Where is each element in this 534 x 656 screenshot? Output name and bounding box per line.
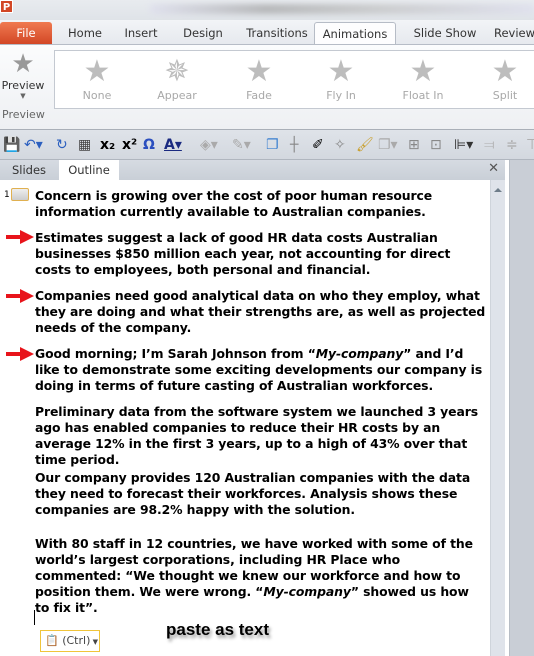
ribbon-tabs: File Home Insert Design Transitions Anim… — [0, 20, 534, 44]
preview-label: Preview — [1, 79, 45, 92]
pane-tabs: Slides Outline ✕ — [0, 160, 505, 180]
group-icon[interactable]: ⊞ — [408, 137, 420, 153]
effect-none[interactable]: ★ None — [57, 54, 137, 103]
subscript-icon[interactable]: x₂ — [100, 137, 115, 153]
outline-paragraph[interactable]: Good morning; I’m Sarah Johnson from “My… — [35, 346, 487, 394]
wand-icon[interactable]: ✧ — [334, 137, 346, 153]
outline-paragraph[interactable]: Preliminary data from the software syste… — [35, 404, 487, 468]
tab-insert[interactable]: Insert — [116, 22, 166, 44]
effect-split[interactable]: ★ Split — [465, 54, 534, 103]
crop-icon[interactable]: ┼ — [290, 137, 298, 153]
window-title-blurred — [150, 4, 534, 14]
table-icon[interactable]: ▦ — [78, 137, 91, 153]
effect-float-in[interactable]: ★ Float In — [383, 54, 463, 103]
tab-review[interactable]: Review — [494, 22, 534, 44]
annotation-label: paste as text — [166, 620, 269, 639]
tab-file[interactable]: File — [0, 22, 52, 44]
outline-paragraph[interactable]: Estimates suggest a lack of good HR data… — [35, 230, 487, 278]
slide-number: 1 — [4, 190, 10, 200]
align-top-icon[interactable]: ⊤ — [526, 137, 534, 153]
title-bar: P — [0, 0, 534, 20]
align-center-icon[interactable]: ≑ — [506, 137, 518, 153]
effect-label: Appear — [157, 89, 197, 102]
red-arrow-icon — [6, 289, 34, 303]
ribbon: ★ Preview ▼ Preview ★ None ✵ Appear ★ Fade … — [0, 44, 534, 130]
scroll-up-icon[interactable] — [494, 188, 502, 192]
outline-paragraph[interactable]: Companies need good analytical data on w… — [35, 288, 487, 336]
tab-home[interactable]: Home — [60, 22, 110, 44]
save-icon[interactable]: 💾 — [3, 137, 20, 153]
arrange-icon[interactable]: ❐ — [266, 137, 279, 153]
effect-label: Fade — [246, 89, 272, 102]
slide-icon[interactable] — [11, 188, 29, 201]
tab-outline[interactable]: Outline — [59, 160, 119, 180]
align-right-icon[interactable]: ⫤ — [484, 137, 495, 153]
tab-slide-show[interactable]: Slide Show — [404, 22, 486, 44]
drawing-toolbar: 💾 ↶▾ ↻ ▦ x₂ x² Ω A▾ ◈▾ ✎▾ ❐ ┼ ✐ ✧ 🖌 ❐▾ ⊞… — [0, 130, 534, 160]
star-icon: ✵ — [164, 54, 190, 89]
tab-transitions[interactable]: Transitions — [238, 22, 316, 44]
red-arrow-icon — [6, 347, 34, 361]
effect-fly-in[interactable]: ★ Fly In — [301, 54, 381, 103]
eyedropper-icon[interactable]: ✐ — [312, 137, 324, 153]
animation-gallery: ★ None ✵ Appear ★ Fade ★ Fly In ★ Float In ★ S… — [54, 50, 534, 109]
clipboard-icon: 📋 — [45, 634, 59, 647]
chevron-down-icon: ▼ — [90, 638, 98, 646]
align-left-icon[interactable]: ⊫▾ — [454, 137, 473, 153]
paste-options-button[interactable]: 📋 (Ctrl) ▼ — [40, 630, 100, 652]
undo-icon[interactable]: ↶▾ — [24, 137, 43, 153]
star-icon: ★ — [409, 54, 437, 89]
vertical-scrollbar[interactable] — [490, 180, 505, 656]
red-arrow-icon — [6, 230, 34, 244]
star-icon: ★ — [491, 54, 519, 89]
tab-animations[interactable]: Animations — [314, 22, 396, 44]
effect-appear[interactable]: ✵ Appear — [137, 54, 217, 103]
ungroup-icon[interactable]: ⊡ — [430, 137, 442, 153]
star-icon: ★ — [327, 54, 355, 89]
effect-label: Split — [492, 89, 518, 102]
outline-paragraph[interactable]: Our company provides 120 Australian comp… — [35, 470, 487, 518]
effect-label: None — [82, 89, 112, 102]
slide-pane — [510, 160, 534, 656]
symbol-omega-icon[interactable]: Ω — [143, 137, 155, 153]
effect-label: Float In — [402, 89, 444, 102]
text-cursor — [34, 610, 35, 625]
star-icon: ★ — [83, 54, 111, 89]
close-icon[interactable]: ✕ — [488, 161, 499, 176]
shapes-icon[interactable]: ❐▾ — [378, 137, 398, 153]
tab-slides[interactable]: Slides — [0, 160, 58, 180]
preview-star-icon: ★ — [11, 49, 35, 79]
font-color-icon[interactable]: A▾ — [164, 137, 182, 153]
group-label-preview: Preview — [2, 108, 45, 121]
effect-label: Fly In — [326, 89, 356, 102]
fill-color-icon[interactable]: ◈▾ — [200, 137, 218, 153]
effect-fade[interactable]: ★ Fade — [219, 54, 299, 103]
redo-icon[interactable]: ↻ — [56, 137, 68, 153]
powerpoint-logo[interactable]: P — [0, 0, 13, 13]
superscript-icon[interactable]: x² — [122, 137, 137, 153]
tab-design[interactable]: Design — [174, 22, 232, 44]
line-color-icon[interactable]: ✎▾ — [232, 137, 251, 153]
chevron-down-icon: ▼ — [20, 92, 26, 100]
format-painter-icon[interactable]: 🖌 — [356, 137, 374, 153]
preview-button[interactable]: ★ Preview ▼ — [0, 49, 46, 100]
star-icon: ★ — [245, 54, 273, 89]
outline-paragraph[interactable]: With 80 staff in 12 countries, we have w… — [35, 536, 487, 616]
paste-options-label: (Ctrl) — [62, 634, 91, 647]
outline-paragraph[interactable]: Concern is growing over the cost of poor… — [35, 188, 487, 220]
